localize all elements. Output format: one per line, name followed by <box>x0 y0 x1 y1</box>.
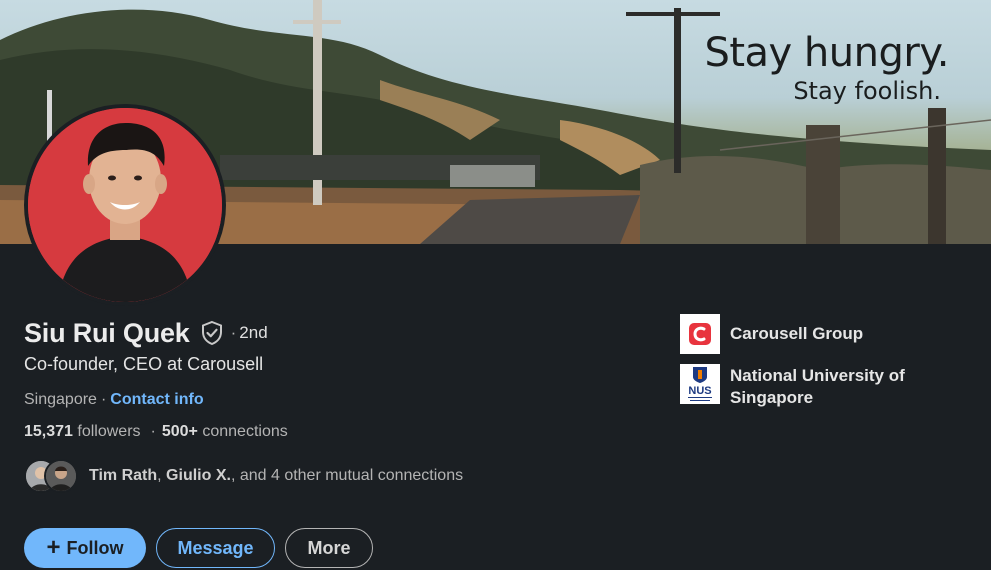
stats-row: 15,371 followers · 500+ connections <box>24 423 624 445</box>
followers-count: 15,371 <box>24 423 73 440</box>
name-row: Siu Rui Quek · 2nd <box>24 316 624 350</box>
mutual-avatars <box>24 458 82 494</box>
org-name: Carousell Group <box>730 324 864 343</box>
follow-label: Follow <box>66 537 124 558</box>
nus-logo-text: NUS <box>688 385 711 397</box>
profile-name: Siu Rui Quek <box>24 317 190 348</box>
mutual-avatar-2 <box>44 459 78 493</box>
carousell-logo-icon <box>680 314 720 354</box>
banner-quote: Stay hungry. Stay foolish. <box>704 30 949 106</box>
location-separator: · <box>100 391 107 408</box>
quote-line-2: Stay foolish. <box>793 77 941 105</box>
connections-count: 500+ <box>161 423 198 440</box>
profile-info: Siu Rui Quek · 2nd Co-founder, CEO at Car… <box>24 316 624 568</box>
more-button[interactable]: More <box>285 528 373 568</box>
connections-link[interactable]: 500+ connections <box>162 423 288 440</box>
org-current-company[interactable]: Carousell Group <box>680 314 970 354</box>
profile-actions: + Follow Message More <box>24 528 624 568</box>
mutual-rest: , and 4 other mutual connections <box>230 467 464 484</box>
org-education[interactable]: NUS National University of Singapore <box>680 364 970 409</box>
org-name: National University of Singapore <box>730 366 905 407</box>
profile-photo <box>28 108 222 302</box>
degree-label: 2nd <box>239 323 268 342</box>
plus-icon: + <box>46 534 61 561</box>
contact-info-link[interactable]: Contact info <box>110 391 203 408</box>
verified-shield-icon[interactable] <box>199 320 225 346</box>
profile-headline: Co-founder, CEO at Carousell <box>24 354 264 374</box>
location-row: Singapore · Contact info <box>24 391 624 413</box>
mutual-connections[interactable]: Tim Rath, Giulio X., and 4 other mutual … <box>24 458 624 494</box>
mutual-name-2: Giulio X. <box>166 467 231 484</box>
mutual-name-1: Tim Rath <box>89 467 158 484</box>
quote-line-1: Stay hungry. <box>704 30 949 76</box>
connections-label: connections <box>202 423 288 440</box>
stats-separator: · <box>150 423 156 440</box>
profile-orgs: Carousell Group NUS National University … <box>680 314 970 419</box>
followers-link[interactable]: 15,371 followers <box>24 423 141 440</box>
followers-label: followers <box>77 423 141 440</box>
connection-degree: · 2nd <box>231 323 268 343</box>
mutual-connections-text: Tim Rath, Giulio X., and 4 other mutual … <box>89 467 464 484</box>
follow-button[interactable]: + Follow <box>24 528 146 568</box>
degree-separator: · <box>230 323 237 342</box>
message-button[interactable]: Message <box>156 528 275 568</box>
profile-avatar[interactable] <box>24 104 226 306</box>
profile-location: Singapore <box>24 391 97 408</box>
profile-card: Stay hungry. Stay foolish. Siu Rui Quek … <box>0 0 991 570</box>
nus-crest-logo-icon: NUS <box>680 364 720 404</box>
